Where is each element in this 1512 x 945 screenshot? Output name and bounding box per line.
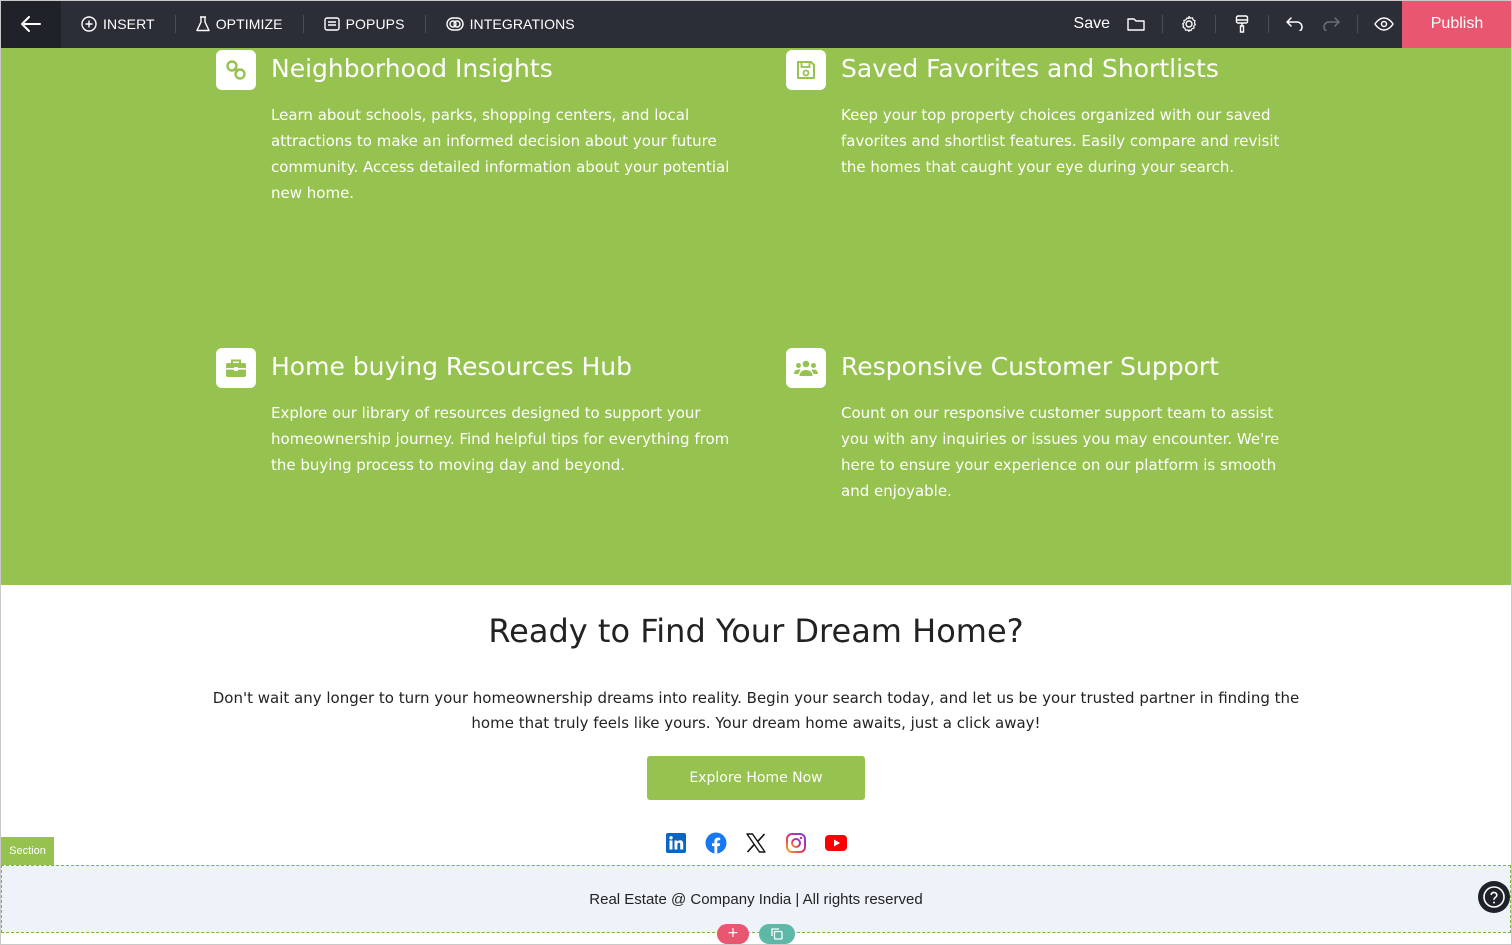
publish-button[interactable]: Publish bbox=[1402, 0, 1512, 48]
eye-icon bbox=[1374, 17, 1394, 31]
duplicate-section-button[interactable] bbox=[759, 924, 795, 944]
redo-button[interactable] bbox=[1313, 0, 1349, 48]
integrations-menu-button[interactable]: INTEGRATIONS bbox=[426, 0, 595, 48]
social-links bbox=[665, 832, 847, 854]
undo-icon bbox=[1286, 17, 1303, 31]
optimize-menu-button[interactable]: OPTIMIZE bbox=[176, 0, 303, 48]
plus-circle-icon bbox=[81, 16, 97, 32]
insert-menu-button[interactable]: INSERT bbox=[61, 0, 175, 48]
toolbar-divider bbox=[1357, 15, 1358, 33]
feature-title: Home buying Resources Hub bbox=[271, 352, 633, 381]
editor-toolbar: INSERT OPTIMIZE POPUPS INTEGRATIONS Save bbox=[0, 0, 1512, 48]
cta-description: Don't wait any longer to turn your homeo… bbox=[212, 689, 1300, 732]
feature-description: Learn about schools, parks, shopping cen… bbox=[271, 106, 730, 202]
feature-icon-box bbox=[786, 50, 826, 90]
feature-title: Neighborhood Insights bbox=[271, 54, 553, 83]
feature-title: Responsive Customer Support bbox=[841, 352, 1219, 381]
save-button[interactable]: Save bbox=[1074, 15, 1118, 33]
popup-icon bbox=[323, 17, 340, 31]
plus-icon: + bbox=[727, 925, 739, 941]
arrow-left-icon bbox=[20, 16, 41, 32]
feature-description: Keep your top property choices organized… bbox=[841, 106, 1280, 176]
back-button[interactable] bbox=[0, 0, 61, 48]
flask-icon bbox=[195, 16, 210, 32]
cta-heading: Ready to Find Your Dream Home? bbox=[488, 612, 1024, 650]
copy-icon bbox=[771, 928, 783, 940]
settings-button[interactable] bbox=[1171, 0, 1207, 48]
feature-description: Count on our responsive customer support… bbox=[841, 404, 1280, 500]
editor-menu: INSERT OPTIMIZE POPUPS INTEGRATIONS bbox=[61, 0, 595, 48]
explore-home-button[interactable]: Explore Home Now bbox=[647, 756, 865, 800]
popups-menu-button[interactable]: POPUPS bbox=[304, 0, 425, 48]
youtube-icon bbox=[825, 835, 847, 851]
undo-button[interactable] bbox=[1277, 0, 1313, 48]
briefcase-icon bbox=[226, 359, 246, 377]
youtube-link[interactable] bbox=[825, 832, 847, 854]
add-section-button[interactable]: + bbox=[717, 924, 749, 944]
footer-copyright: Real Estate @ Company India | All rights… bbox=[589, 890, 923, 908]
section-label-tag[interactable]: Section bbox=[1, 837, 54, 865]
users-icon bbox=[794, 360, 818, 376]
footer-section[interactable]: Real Estate @ Company India | All rights… bbox=[1, 865, 1511, 933]
feature-icon-box bbox=[786, 348, 826, 388]
folder-button[interactable] bbox=[1118, 0, 1154, 48]
insert-menu-label: INSERT bbox=[103, 16, 155, 32]
linkedin-link[interactable] bbox=[665, 832, 687, 854]
folder-icon bbox=[1127, 18, 1145, 31]
popups-menu-label: POPUPS bbox=[345, 16, 405, 32]
x-link[interactable] bbox=[745, 832, 767, 854]
redo-icon bbox=[1323, 17, 1340, 31]
gear-icon bbox=[1182, 15, 1196, 33]
feature-title: Saved Favorites and Shortlists bbox=[841, 54, 1219, 83]
linkedin-icon bbox=[666, 833, 686, 853]
feature-icon-box bbox=[216, 348, 256, 388]
toolbar-divider bbox=[1268, 15, 1269, 33]
integrations-icon bbox=[445, 17, 464, 31]
preview-button[interactable] bbox=[1366, 0, 1402, 48]
question-circle-icon bbox=[1483, 886, 1505, 908]
feature-description: Explore our library of resources designe… bbox=[271, 404, 730, 474]
x-icon bbox=[746, 833, 766, 853]
style-painter-button[interactable] bbox=[1224, 0, 1260, 48]
optimize-menu-label: OPTIMIZE bbox=[215, 16, 283, 32]
features-section: Neighborhood Insights Learn about school… bbox=[1, 48, 1511, 585]
toolbar-divider bbox=[1215, 15, 1216, 33]
facebook-link[interactable] bbox=[705, 832, 727, 854]
toolbar-divider bbox=[1162, 15, 1163, 33]
paint-brush-icon bbox=[1235, 15, 1249, 33]
facebook-icon bbox=[705, 832, 727, 854]
instagram-icon bbox=[786, 833, 806, 853]
floppy-disk-icon bbox=[797, 61, 815, 79]
toolbar-actions: Save bbox=[1074, 0, 1402, 48]
link-icon bbox=[226, 60, 246, 80]
instagram-link[interactable] bbox=[785, 832, 807, 854]
feature-icon-box bbox=[216, 50, 256, 90]
help-button[interactable] bbox=[1478, 881, 1510, 913]
integrations-menu-label: INTEGRATIONS bbox=[469, 16, 575, 32]
